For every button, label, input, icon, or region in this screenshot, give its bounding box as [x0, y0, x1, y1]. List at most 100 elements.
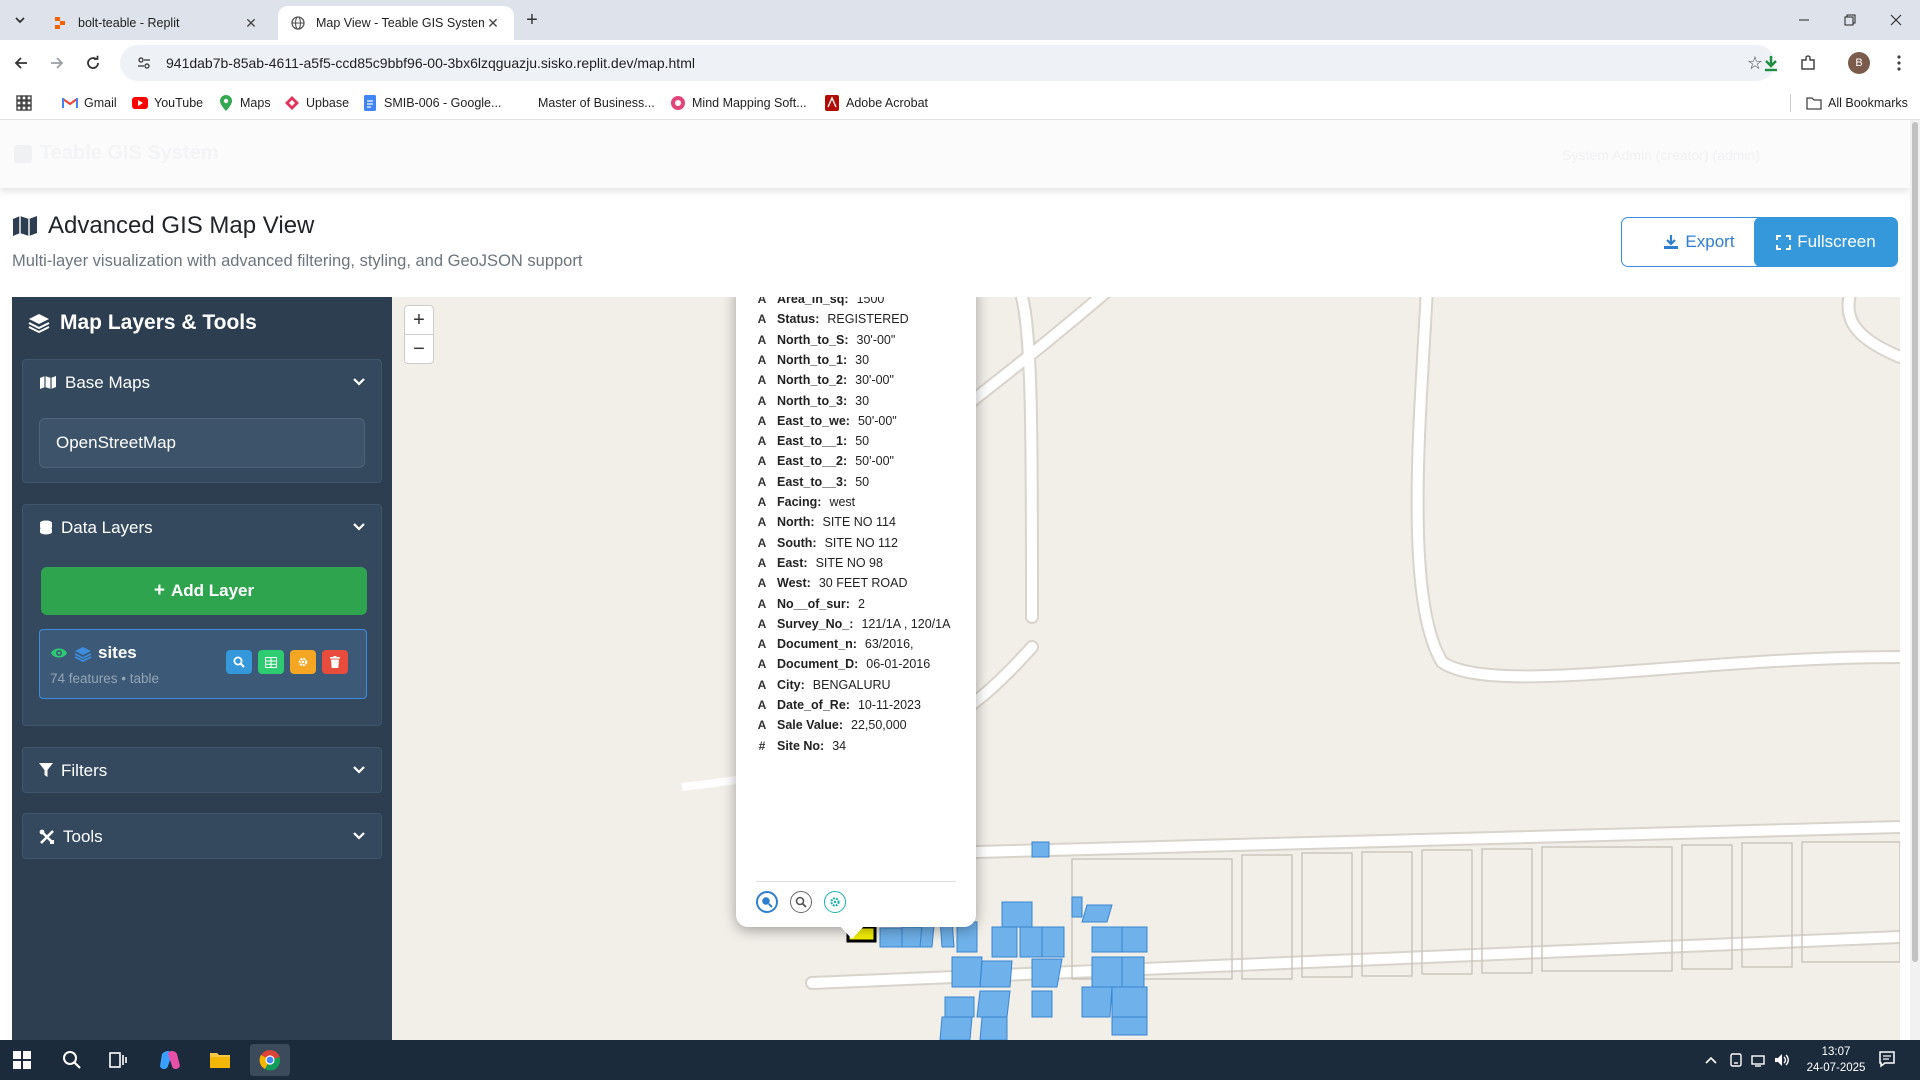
fullscreen-button[interactable]: Fullscreen: [1754, 217, 1898, 267]
attribute-key: East_to_we:: [777, 413, 850, 428]
basemap-tiles: [681, 297, 1900, 1040]
filters-header[interactable]: Filters: [23, 748, 381, 793]
map-logo-icon: [14, 144, 32, 163]
tray-chevron-up-icon[interactable]: [1702, 1052, 1720, 1068]
attribute-value: 1500: [856, 297, 885, 306]
new-tab-button[interactable]: +: [520, 8, 544, 32]
attribute-value: 34: [832, 738, 847, 753]
attribute-key: Sale Value:: [777, 718, 844, 733]
close-tab-icon[interactable]: ✕: [484, 14, 502, 32]
layer-settings-button[interactable]: [290, 650, 316, 674]
browser-tab-replit[interactable]: bolt-teable - Replit ✕: [40, 6, 272, 40]
copilot-button[interactable]: [150, 1044, 190, 1076]
bookmark-master-business[interactable]: Master of Business...: [516, 93, 655, 113]
tab-title: bolt-teable - Replit: [78, 16, 180, 30]
text-type-icon: A: [757, 454, 767, 469]
download-icon[interactable]: [1758, 50, 1784, 76]
popup-attribute-row: A Area_in_sq: 1500: [756, 297, 885, 309]
browser-tab-map-view[interactable]: Map View - Teable GIS System ✕: [278, 6, 514, 40]
profile-avatar[interactable]: B: [1848, 52, 1870, 74]
bookmark-maps[interactable]: Maps: [218, 93, 271, 113]
popup-attribute-row: A Document_n: 63/2016,: [756, 634, 914, 654]
zoom-out-button[interactable]: −: [404, 334, 434, 364]
chrome-taskbar-button[interactable]: [250, 1044, 290, 1076]
popup-attribute-row: A Date_of_Re: 10-11-2023: [756, 695, 921, 715]
attribute-key: East_to__3:: [777, 474, 848, 489]
popup-attribute-row: A Status: REGISTERED: [756, 309, 909, 329]
delete-layer-button[interactable]: [322, 650, 348, 674]
folder-icon: [210, 1053, 230, 1068]
tray-device-icon[interactable]: [1727, 1052, 1745, 1068]
bookmark-youtube[interactable]: YouTube: [132, 93, 203, 113]
text-type-icon: A: [757, 637, 767, 652]
current-user[interactable]: System Admin (creator) (admin): [1562, 147, 1760, 163]
folded-map-icon: [13, 216, 37, 236]
extensions-icon[interactable]: [1795, 50, 1821, 76]
bookmark-acrobat[interactable]: Adobe Acrobat: [824, 93, 928, 113]
attribute-value: 63/2016,: [864, 637, 914, 652]
folder-icon: [1806, 95, 1822, 111]
bookmark-mind-mapping[interactable]: Mind Mapping Soft...: [670, 93, 807, 113]
close-tab-icon[interactable]: ✕: [242, 14, 260, 32]
search-icon: [795, 896, 807, 908]
url-text: 941dab7b-85ab-4611-a5f5-ccd85c9bbf96-00-…: [166, 55, 695, 71]
popup-attribute-row: A East_to__3: 50: [756, 472, 869, 492]
attribute-value: 121/1A , 120/1A: [861, 616, 951, 631]
minimize-window-button[interactable]: [1782, 6, 1826, 34]
attribute-value: SITE NO 114: [822, 515, 896, 530]
inspect-feature-button[interactable]: [790, 891, 812, 913]
site-info-icon[interactable]: [134, 53, 154, 73]
restore-window-button[interactable]: [1828, 6, 1872, 34]
feature-settings-button[interactable]: [824, 891, 846, 913]
network-icon[interactable]: [1750, 1052, 1768, 1068]
reload-button[interactable]: [78, 48, 108, 78]
blank-icon: [516, 95, 532, 111]
add-layer-label: Add Layer: [170, 581, 255, 600]
task-view-button[interactable]: [98, 1044, 138, 1076]
attribute-value: 30'-00": [855, 373, 894, 388]
kebab-menu-icon[interactable]: [1886, 50, 1912, 76]
zoom-to-layer-button[interactable]: [226, 650, 252, 674]
address-bar[interactable]: 941dab7b-85ab-4611-a5f5-ccd85c9bbf96-00-…: [120, 45, 1775, 81]
close-window-button[interactable]: [1874, 6, 1918, 34]
data-layers-header[interactable]: Data Layers: [23, 505, 381, 550]
system-clock[interactable]: 13:07 24-07-2025: [1800, 1044, 1872, 1076]
popup-attribute-row: A East_to_we: 50'-00": [756, 411, 897, 431]
eye-icon[interactable]: [50, 646, 68, 665]
zoom-to-feature-button[interactable]: [756, 891, 778, 913]
bookmark-gmail[interactable]: Gmail: [62, 93, 117, 113]
tab-title: Map View - Teable GIS System: [316, 16, 484, 30]
file-explorer-button[interactable]: [200, 1044, 240, 1076]
tools-header[interactable]: Tools: [23, 814, 381, 859]
all-bookmarks-button[interactable]: All Bookmarks: [1806, 93, 1908, 113]
gmail-icon: [62, 95, 78, 111]
chevron-down-icon: [353, 832, 365, 840]
attribute-key: East:: [777, 555, 808, 570]
apps-grid-icon[interactable]: [16, 93, 32, 113]
tab-search-button[interactable]: [8, 8, 32, 32]
bookmark-smib[interactable]: SMIB-006 - Google...: [362, 93, 501, 113]
popup-attribute-row: A North_to_2: 30'-00": [756, 370, 894, 390]
text-type-icon: A: [757, 352, 767, 367]
attribute-value: REGISTERED: [827, 312, 909, 327]
layer-item-sites[interactable]: sites 74 features • table: [39, 629, 367, 699]
page-scrollbar[interactable]: [1910, 120, 1920, 1040]
volume-icon[interactable]: [1773, 1052, 1791, 1068]
attribute-table-button[interactable]: [258, 650, 284, 674]
map-canvas[interactable]: + − A Area_in_sq: 1500 A Status: REGISTERED A N…: [392, 297, 1900, 1040]
notifications-icon[interactable]: [1878, 1051, 1896, 1068]
brand[interactable]: Teable GIS System: [14, 142, 219, 165]
search-button[interactable]: [52, 1044, 92, 1076]
base-maps-header[interactable]: Base Maps: [23, 360, 381, 405]
basemap-option-osm[interactable]: OpenStreetMap: [39, 418, 365, 468]
scrollbar-thumb[interactable]: [1912, 122, 1918, 962]
zoom-in-button[interactable]: +: [404, 305, 434, 335]
start-button[interactable]: [2, 1044, 42, 1076]
forward-button[interactable]: [42, 48, 72, 78]
base-maps-label: Base Maps: [65, 372, 151, 392]
back-button[interactable]: [6, 48, 36, 78]
add-layer-button[interactable]: + Add Layer: [41, 567, 367, 615]
bookmark-upbase[interactable]: Upbase: [284, 93, 349, 113]
page-subtitle: Multi-layer visualization with advanced …: [12, 252, 583, 270]
number-type-icon: #: [758, 738, 766, 753]
